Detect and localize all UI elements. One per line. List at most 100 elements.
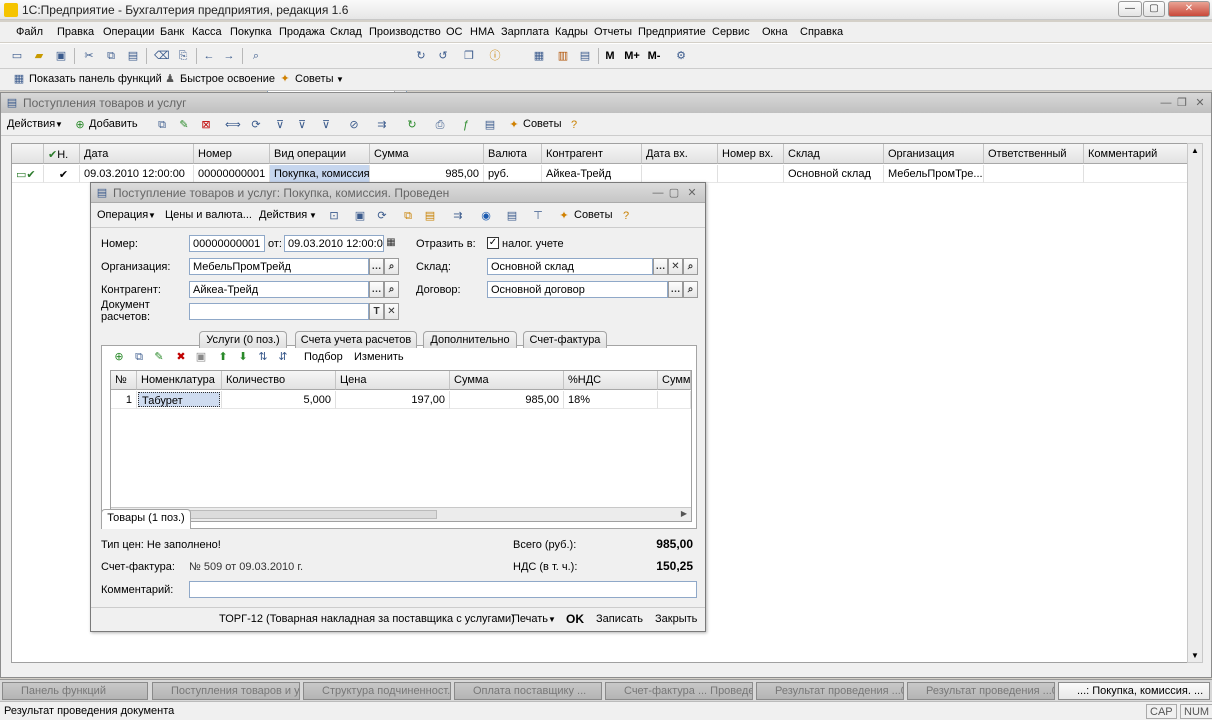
chevron-down-icon[interactable]: ▼ <box>336 75 344 84</box>
copy-row-icon[interactable]: ⧉ <box>155 118 169 132</box>
items-col-n[interactable]: № <box>111 371 137 390</box>
task-payment[interactable]: Оплата поставщику ... <box>454 682 602 700</box>
memory-plus-button[interactable]: M+ <box>622 49 642 63</box>
move-down-icon[interactable]: ⬇ <box>236 350 250 364</box>
maximize-button[interactable]: ▢ <box>1143 1 1165 17</box>
menu-help[interactable]: Справка <box>800 26 843 38</box>
column-header-posted[interactable]: ✔Н. <box>44 144 80 164</box>
menu-edit[interactable]: Правка <box>57 26 94 38</box>
close-button[interactable]: ✕ <box>1168 1 1210 17</box>
tax-accounting-checkbox[interactable]: ✓ <box>487 237 499 249</box>
end-edit-icon[interactable]: ▣ <box>194 350 208 364</box>
task-function-panel[interactable]: Панель функций <box>2 682 148 700</box>
copy-doc-icon[interactable]: ⧉ <box>401 209 415 223</box>
task-result-2[interactable]: Результат проведения ...00 <box>907 682 1055 700</box>
forward-icon[interactable]: → <box>222 49 236 63</box>
edit-icon[interactable]: ✎ <box>177 118 191 132</box>
menu-reports[interactable]: Отчеты <box>594 26 632 38</box>
help-icon[interactable]: ? <box>567 118 581 132</box>
scroll-right-icon[interactable]: ▶ <box>681 509 687 518</box>
scroll-down-icon[interactable]: ▼ <box>1191 651 1199 660</box>
interval-icon[interactable]: ⟺ <box>225 118 241 132</box>
menu-hr[interactable]: Кадры <box>555 26 588 38</box>
tab-additional[interactable]: Дополнительно <box>423 331 517 348</box>
menu-operations[interactable]: Операции <box>103 26 154 38</box>
result-icon[interactable]: ⊤ <box>531 209 545 223</box>
calendar-icon[interactable]: ▦ <box>532 49 546 63</box>
add-button[interactable]: Добавить <box>89 118 138 130</box>
save-icon[interactable]: ▣ <box>353 209 367 223</box>
list-actions-menu[interactable]: Действия <box>7 118 55 130</box>
organization-field[interactable]: МебельПромТрейд <box>189 258 369 275</box>
chevron-down-icon[interactable]: ▼ <box>548 615 556 624</box>
tab-settlement-accounts[interactable]: Счета учета расчетов <box>295 331 417 348</box>
notes-icon[interactable]: ▤ <box>578 49 592 63</box>
contract-field[interactable]: Основной договор <box>487 281 668 298</box>
copy-row-icon[interactable]: ⧉ <box>132 350 146 364</box>
print-menu-button[interactable]: Печать <box>512 613 548 625</box>
menu-cash[interactable]: Касса <box>192 26 222 38</box>
memory-minus-button[interactable]: M- <box>644 49 664 63</box>
column-header-warehouse[interactable]: Склад <box>784 144 884 164</box>
tips-button[interactable]: Советы <box>295 73 333 85</box>
paste-icon[interactable]: ▤ <box>126 49 140 63</box>
info-icon[interactable]: ⓘ <box>488 49 502 63</box>
refresh-icon[interactable]: ↻ <box>405 118 419 132</box>
doc-tips-button[interactable]: Советы <box>574 209 612 221</box>
settlement-doc-clear-icon[interactable]: ✕ <box>384 303 399 320</box>
organization-open-icon[interactable]: ⌕ <box>384 258 399 275</box>
restore-icon[interactable]: ❐ <box>1175 96 1189 110</box>
show-function-panel-button[interactable]: Показать панель функций <box>29 73 162 85</box>
list-tips-button[interactable]: Советы <box>523 118 561 130</box>
items-col-name[interactable]: Номенклатура <box>137 371 222 390</box>
task-structure[interactable]: Структура подчиненност... <box>303 682 451 700</box>
chevron-down-icon[interactable]: ▼ <box>148 211 156 220</box>
reread-icon[interactable]: ⟳ <box>375 209 389 223</box>
search-icon[interactable]: ⌕ <box>249 49 263 63</box>
item-cell-name[interactable]: Табурет <box>138 392 220 407</box>
sort-desc-icon[interactable]: ⇵ <box>276 350 290 364</box>
minimize-button[interactable]: — <box>1118 1 1142 17</box>
close-icon[interactable]: ✕ <box>685 186 699 200</box>
items-table[interactable]: № Номенклатура Количество Цена Сумма %НД… <box>110 370 692 522</box>
save-icon[interactable]: ▣ <box>54 49 68 63</box>
task-receipts-list[interactable]: Поступления товаров и у... <box>152 682 300 700</box>
menu-bank[interactable]: Банк <box>160 26 184 38</box>
counterparty-select-button[interactable]: … <box>369 281 384 298</box>
back-icon[interactable]: ← <box>202 49 216 63</box>
dt-kt-icon[interactable]: ƒ <box>459 118 473 132</box>
menu-purchase[interactable]: Покупка <box>230 26 272 38</box>
delete-icon[interactable]: ⊠ <box>199 118 213 132</box>
filter-list-icon[interactable]: ⊽ <box>319 118 333 132</box>
menu-sales[interactable]: Продажа <box>279 26 325 38</box>
column-header-currency[interactable]: Валюта <box>484 144 542 164</box>
save-button[interactable]: Записать <box>596 613 643 625</box>
settings-icon[interactable]: ⚙ <box>674 49 688 63</box>
tab-goods[interactable]: Товары (1 поз.) <box>101 509 191 529</box>
task-result-1[interactable]: Результат проведения ...00 <box>756 682 904 700</box>
items-col-sum[interactable]: Сумма <box>450 371 564 390</box>
delete-icon[interactable]: ⌫ <box>154 49 170 63</box>
sort-asc-icon[interactable]: ⇅ <box>256 350 270 364</box>
column-header-comment[interactable]: Комментарий <box>1084 144 1188 164</box>
calendar-icon[interactable]: ▦ <box>384 235 398 252</box>
column-header-sum[interactable]: Сумма <box>370 144 484 164</box>
items-col-price[interactable]: Цена <box>336 371 450 390</box>
journal-icon[interactable]: ▤ <box>505 209 519 223</box>
windows-icon[interactable]: ❐ <box>462 49 476 63</box>
comment-field[interactable] <box>189 581 697 598</box>
organization-select-button[interactable]: … <box>369 258 384 275</box>
find-replace-icon[interactable]: ⎘ <box>176 49 190 63</box>
operation-menu[interactable]: Операция <box>97 209 148 221</box>
cut-icon[interactable]: ✂ <box>82 49 96 63</box>
contract-open-icon[interactable]: ⌕ <box>683 281 698 298</box>
column-header-op-type[interactable]: Вид операции <box>270 144 370 164</box>
post-close-icon[interactable]: ⊡ <box>327 209 341 223</box>
column-header-date[interactable]: Дата <box>80 144 194 164</box>
filter-icon[interactable]: ⊽ <box>273 118 287 132</box>
menu-enterprise[interactable]: Предприятие <box>638 26 706 38</box>
prices-currency-button[interactable]: Цены и валюта... <box>165 209 252 221</box>
items-col-vat-sum[interactable]: Сумма <box>658 371 691 390</box>
column-header-number[interactable]: Номер <box>194 144 270 164</box>
print-icon[interactable]: ⎙ <box>433 118 447 132</box>
